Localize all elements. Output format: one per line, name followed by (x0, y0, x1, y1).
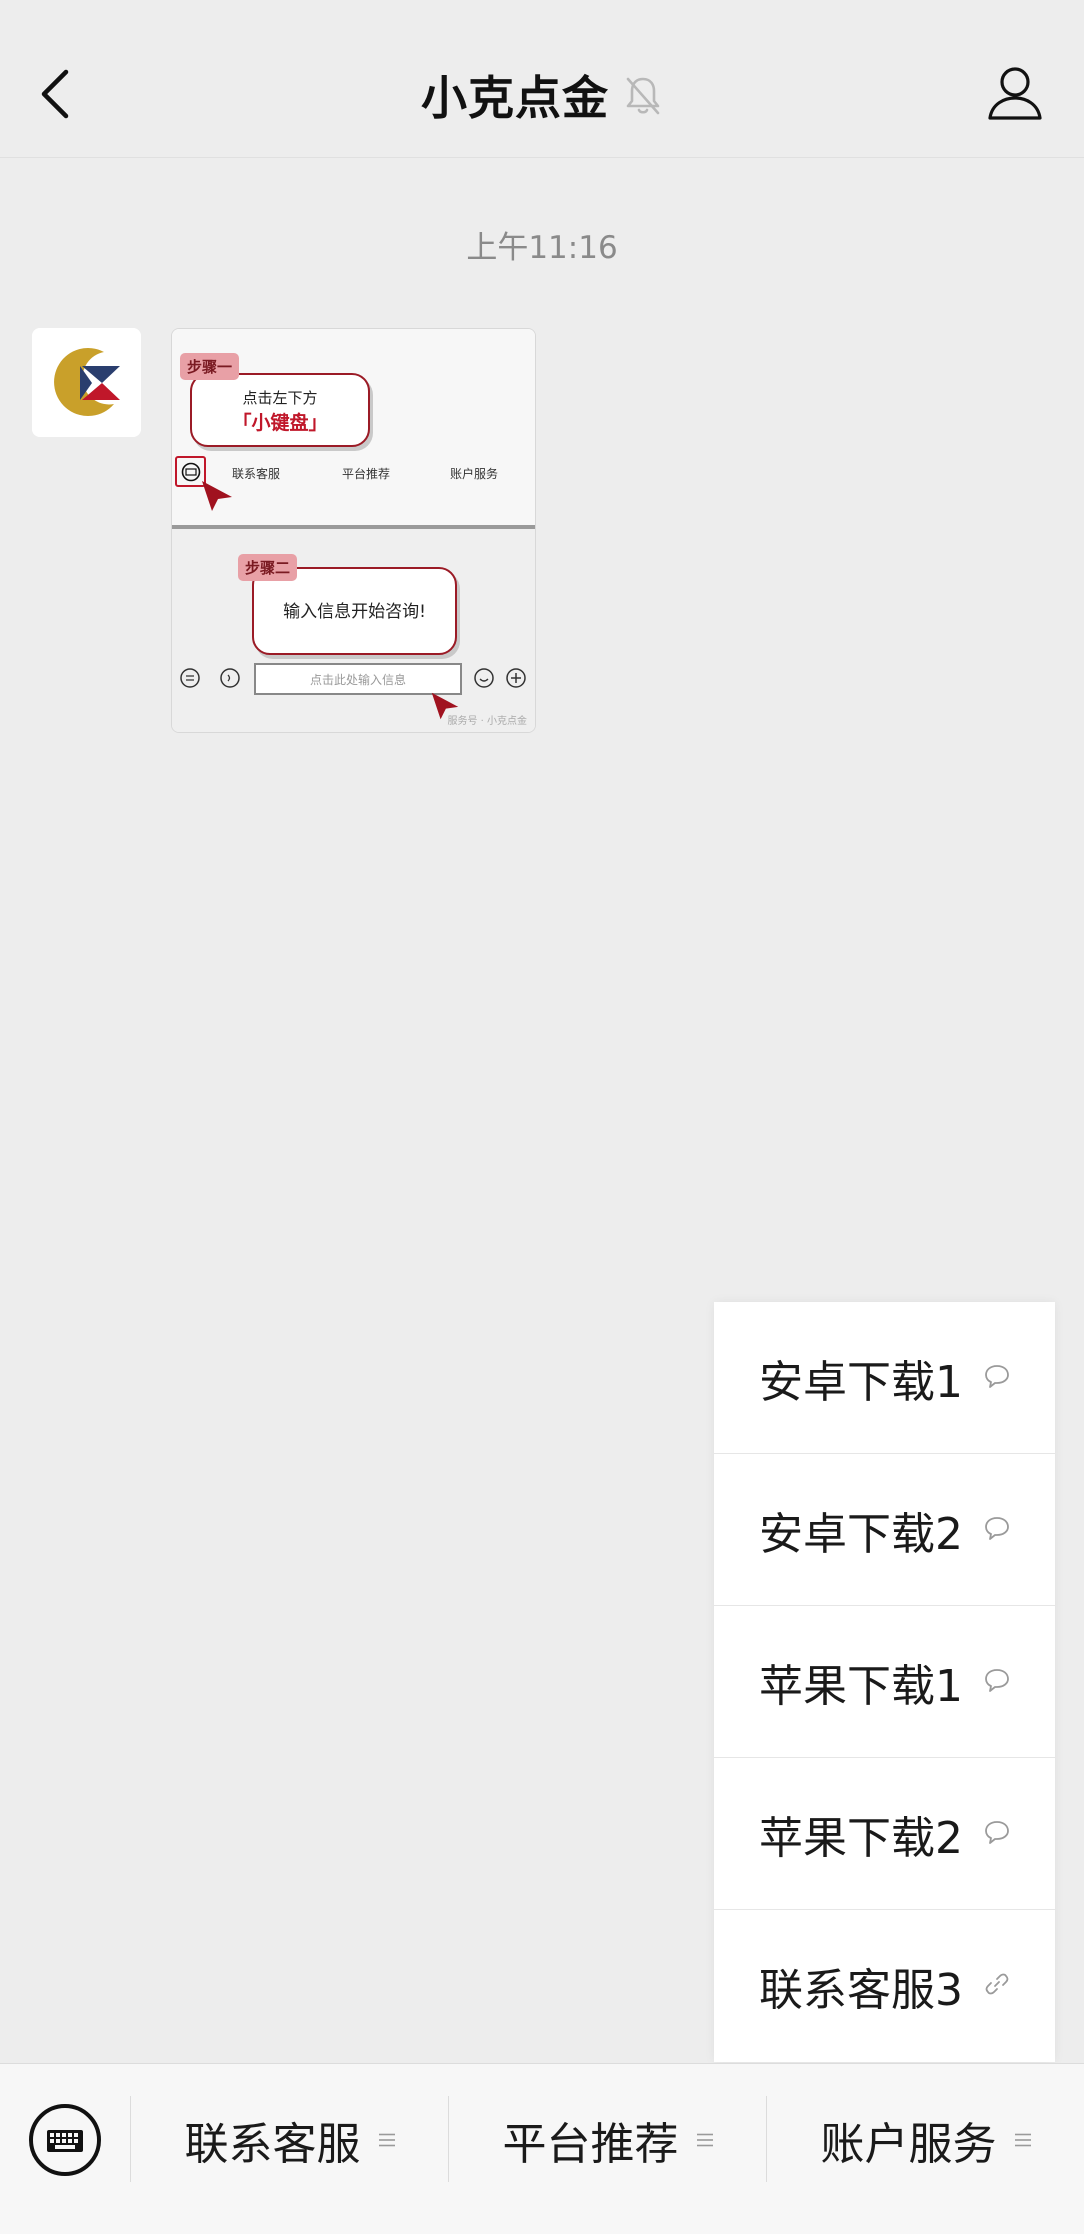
menu-lines-icon (378, 2133, 395, 2147)
menu-contact-service[interactable]: 联系客服 (131, 2094, 448, 2186)
menu-lines-icon (696, 2133, 713, 2147)
popup-item-label: 苹果下载1 (759, 1660, 963, 1712)
menu-label: 账户服务 (820, 2119, 997, 2170)
link-icon (985, 1973, 1009, 1995)
mini-plus-icon (506, 668, 526, 688)
popup-item-label: 安卓下载1 (759, 1356, 963, 1408)
step2-text: 输入信息开始咨询! (283, 602, 426, 622)
mini-cursor-arrow-icon (202, 481, 232, 511)
step2-tag: 步骤二 (238, 554, 298, 581)
popup-item-ios-2[interactable]: 苹果下载2 (714, 1758, 1055, 1910)
popup-item-android-1[interactable]: 安卓下载1 (714, 1302, 1055, 1454)
sender-avatar[interactable] (32, 328, 141, 437)
popup-item-ios-1[interactable]: 苹果下载1 (714, 1606, 1055, 1758)
popup-item-label: 苹果下载2 (759, 1812, 963, 1864)
menu-lines-icon (1014, 2133, 1031, 2147)
step1-bubble: 点击左下方 「小键盘」 (190, 373, 370, 447)
popup-item-android-2[interactable]: 安卓下载2 (714, 1454, 1055, 1606)
message-icon (985, 1517, 1009, 1540)
mini-menu-item-3: 账户服务 (450, 467, 499, 481)
popup-item-label: 联系客服3 (759, 1965, 963, 2016)
top-bar: 小克点金 (0, 0, 1084, 158)
keyboard-toggle-button[interactable] (27, 2102, 103, 2178)
keyboard-icon (29, 2104, 101, 2176)
menu-label: 平台推荐 (502, 2119, 679, 2170)
chat-title: 小克点金 (421, 71, 609, 125)
menu-label: 联系客服 (184, 2119, 361, 2170)
mini-footer: 服务号 · 小克点金 (447, 716, 527, 727)
chat-info-button[interactable] (984, 62, 1046, 124)
image-message[interactable]: 点击左下方 「小键盘」 步骤一 联系客服 平台推荐 账户服务 输入信息开始咨询!… (171, 328, 536, 733)
popup-item-label: 安卓下载2 (759, 1508, 963, 1560)
step1-line1: 点击左下方 (242, 389, 318, 407)
mini-menu-item-2: 平台推荐 (342, 467, 391, 481)
step1-tag: 步骤一 (180, 353, 240, 380)
person-icon (988, 67, 1042, 120)
message-timestamp: 上午11:16 (466, 230, 618, 266)
menu-platform-recommend[interactable]: 平台推荐 (449, 2094, 766, 2186)
mini-audio-icon (220, 668, 240, 688)
xiaoke-logo (32, 328, 141, 437)
popup-item-contact-3[interactable]: 联系客服3 (714, 1910, 1055, 2062)
mini-voice-icon (180, 668, 200, 688)
menu-account-service[interactable]: 账户服务 (767, 2094, 1084, 2186)
submenu-popup: 安卓下载1 安卓下载2 苹果下载1 苹果下载2 联系客服3 (714, 1302, 1055, 2062)
bottom-menu-bar: 联系客服 平台推荐 账户服务 (0, 2063, 1084, 2234)
title-area: 小克点金 (0, 60, 1084, 130)
message-icon (985, 1365, 1009, 1388)
mini-menu-item-1: 联系客服 (232, 467, 281, 481)
message-icon (985, 1669, 1009, 1692)
mini-emoji-icon (474, 668, 494, 688)
message-icon (985, 1821, 1009, 1844)
bell-muted-icon (626, 77, 660, 115)
step1-line2: 「小键盘」 (232, 412, 328, 434)
